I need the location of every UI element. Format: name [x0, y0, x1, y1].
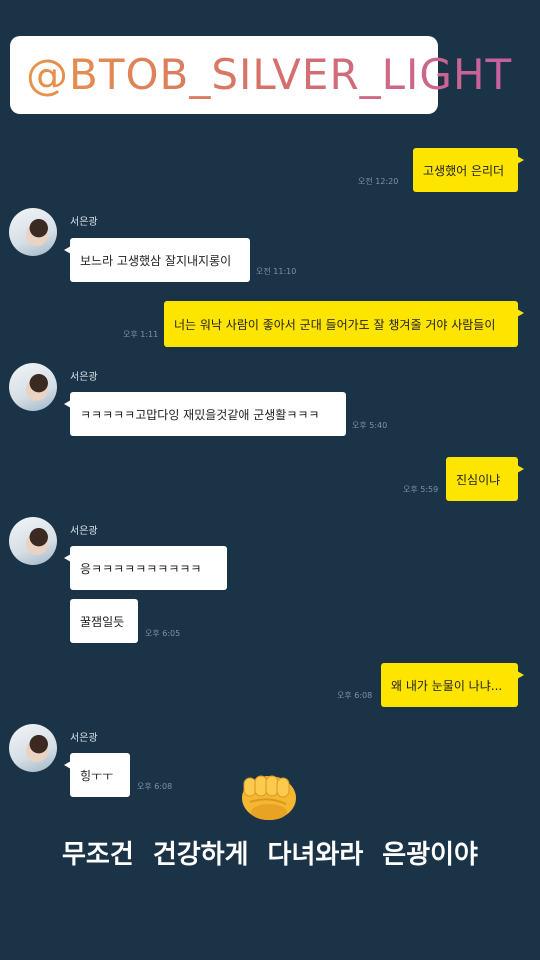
contact-name: 서은광	[70, 733, 98, 744]
message-time: 오후 6:05	[145, 629, 181, 638]
caption-text: 무조건 건강하게 다녀와라 은광이야	[62, 840, 478, 870]
message-bubble-sent[interactable]: 왜 내가 눈물이 나냐...	[381, 663, 524, 707]
message-time: 오후 5:59	[403, 485, 439, 494]
message-bubble-received[interactable]: 힝ㅜㅜ	[64, 753, 130, 797]
contact-avatar[interactable]	[9, 208, 57, 256]
message-bubble-received[interactable]: 응ㅋㅋㅋㅋㅋㅋㅋㅋㅋㅋ	[64, 546, 227, 590]
message-time: 오후 5:40	[352, 421, 388, 430]
message-time: 오전 11:10	[256, 267, 297, 276]
contact-avatar[interactable]	[9, 724, 57, 772]
message-bubble-sent[interactable]: 진심이냐	[446, 457, 524, 501]
contact-avatar[interactable]	[9, 363, 57, 411]
contact-name: 서은광	[70, 217, 98, 228]
handle-text: @BTOB_SILVER_LIGHT	[26, 50, 513, 99]
message-bubble-sent[interactable]: 너는 워낙 사람이 좋아서 군대 들어가도 잘 챙겨줄 거야 사람들이	[164, 301, 524, 347]
message-bubble-received[interactable]: ㅋㅋㅋㅋㅋ고맙다잉 재밌을것같애 군생활ㅋㅋㅋ	[64, 392, 346, 436]
message-bubble-sent[interactable]: 고생했어 은리더	[413, 148, 524, 192]
message-bubble-received[interactable]: 보느라 고생했삼 잘지내지롱이	[64, 238, 250, 282]
message-time: 오후 6:08	[137, 782, 173, 791]
contact-name: 서은광	[70, 372, 98, 383]
contact-avatar[interactable]	[9, 517, 57, 565]
fist-icon	[242, 775, 296, 820]
message-bubble-received[interactable]: 꿀잼일듯	[70, 599, 138, 643]
message-time: 오전 12:20	[358, 177, 399, 186]
contact-name: 서은광	[70, 526, 98, 537]
message-time: 오후 6:08	[337, 691, 373, 700]
message-time: 오후 1:11	[123, 330, 159, 339]
